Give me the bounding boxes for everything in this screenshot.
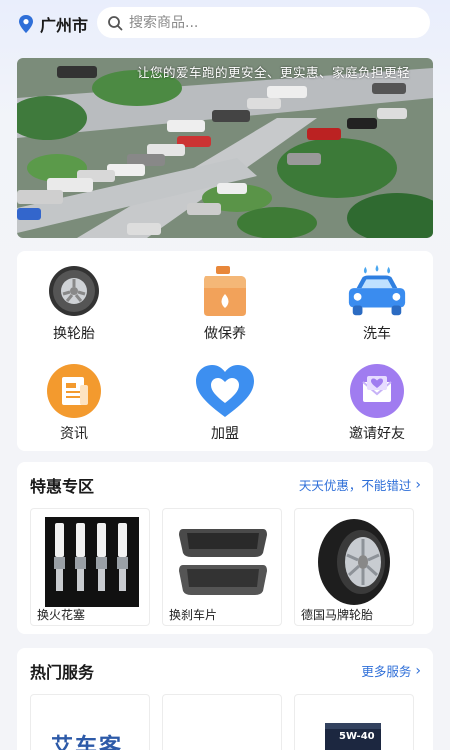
category-label: 邀请好友	[349, 426, 405, 442]
tire-icon	[42, 263, 106, 319]
category-label: 加盟	[211, 426, 239, 442]
more-link-label: 更多服务	[361, 664, 412, 679]
section-title: 特惠专区	[30, 477, 95, 496]
hot-more-link[interactable]: 更多服务 ›	[361, 661, 421, 680]
special-more-link[interactable]: 天天优惠，不能错过 ›	[299, 475, 421, 494]
category-invite-friends[interactable]: 邀请好友	[317, 363, 437, 443]
product-card-brake-pads[interactable]: 换刹车片	[162, 508, 282, 626]
category-label: 换轮胎	[53, 326, 95, 342]
more-link-label: 天天优惠，不能错过	[298, 478, 412, 493]
brake-pads-image	[177, 517, 271, 607]
product-card-spark-plug[interactable]: 换火花塞	[30, 508, 150, 626]
category-news[interactable]: 资讯	[14, 363, 134, 443]
banner-caption: 让您的爱车跑的更安全、更实惠、家庭负担更轻	[137, 65, 411, 80]
category-join[interactable]: 加盟	[165, 363, 285, 443]
parking-lot-photo	[17, 58, 433, 238]
news-icon	[42, 363, 106, 419]
car-wash-icon	[345, 263, 409, 319]
section-title: 热门服务	[30, 663, 95, 682]
category-label: 做保养	[204, 326, 246, 342]
category-grid: 换轮胎 做保养 洗车 资讯 加盟 邀请好友	[17, 251, 433, 451]
category-maintenance[interactable]: 做保养	[165, 263, 285, 343]
top-bar: 广州市	[0, 0, 450, 46]
product-card-tire[interactable]: 德国马牌轮胎	[294, 508, 414, 626]
category-change-tire[interactable]: 换轮胎	[14, 263, 134, 343]
service-card[interactable]: 艾车客	[30, 694, 150, 750]
home-page: 广州市 搜索商品... 让您的爱车跑的更安全、更实惠、家庭负担更轻 换轮胎 做保…	[0, 0, 450, 750]
oil-can-icon	[193, 263, 257, 319]
service-card[interactable]: 5W-40	[294, 694, 414, 750]
search-input[interactable]	[129, 14, 409, 31]
service-logo-text: 艾车客	[51, 735, 124, 750]
location-pin-icon	[19, 15, 33, 33]
product-name: 德国马牌轮胎	[301, 608, 374, 622]
category-label: 资讯	[60, 426, 88, 442]
city-label: 广州市	[40, 16, 89, 35]
product-name: 换火花塞	[37, 608, 86, 622]
chevron-right-icon: ›	[415, 476, 421, 493]
search-bar[interactable]	[97, 7, 430, 38]
tire-product-image	[309, 517, 403, 607]
hot-services-section: 热门服务 更多服务 › 艾车客 5W-40	[17, 648, 433, 750]
location-selector[interactable]: 广州市	[17, 12, 88, 36]
product-name: 换刹车片	[169, 608, 218, 622]
service-card[interactable]	[162, 694, 282, 750]
heart-icon	[193, 363, 257, 419]
search-icon	[108, 15, 123, 30]
spark-plug-image	[45, 517, 139, 607]
category-label: 洗车	[363, 326, 391, 342]
promo-banner[interactable]: 让您的爱车跑的更安全、更实惠、家庭负担更轻	[17, 58, 433, 238]
category-car-wash[interactable]: 洗车	[317, 263, 437, 343]
oil-grade-label: 5W-40	[339, 731, 375, 742]
chevron-right-icon: ›	[415, 662, 421, 679]
invite-icon	[345, 363, 409, 419]
special-offers-section: 特惠专区 天天优惠，不能错过 › 换火花塞 换刹车片 德国马牌轮胎	[17, 462, 433, 634]
